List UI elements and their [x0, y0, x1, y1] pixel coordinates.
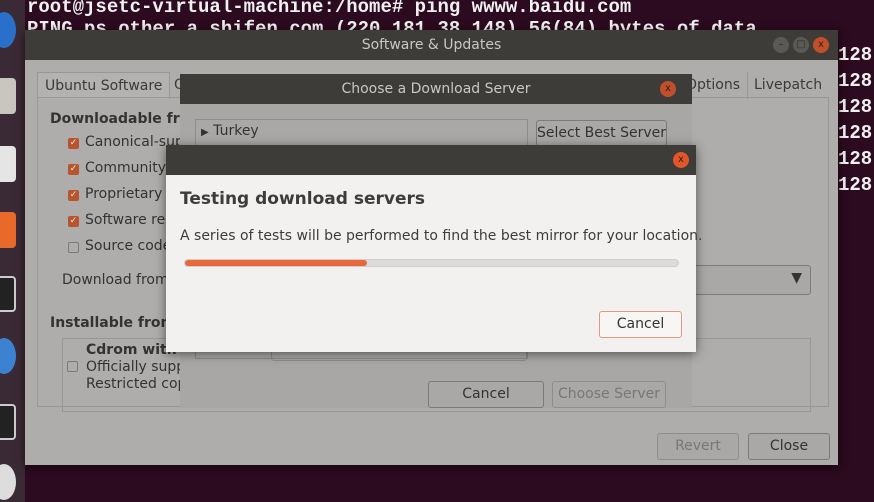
expander-icon: ▶: [201, 127, 209, 138]
server-list-item[interactable]: ▶ Turkey: [201, 123, 259, 139]
download-from-label: Download from:: [62, 272, 174, 288]
close-dialog-button[interactable]: x: [673, 152, 689, 168]
checkbox-universe[interactable]: ✓: [68, 164, 79, 175]
cancel-button[interactable]: Cancel: [428, 381, 544, 408]
terminal-icon[interactable]: [0, 404, 16, 440]
checkbox-label: Source code: [85, 238, 172, 254]
testing-servers-dialog: x Testing download servers A series of t…: [166, 145, 702, 352]
tab-ubuntu-software[interactable]: Ubuntu Software: [37, 72, 171, 99]
terminal-line: PING ps_other.a.shifen.com (220.181.38.1…: [27, 18, 769, 30]
checkbox-main[interactable]: ✓: [68, 138, 79, 149]
terminal-icon[interactable]: [0, 276, 16, 312]
app-icon[interactable]: [0, 338, 16, 374]
testing-message: A series of tests will be performed to f…: [180, 228, 703, 244]
window-title: Software & Updates: [361, 37, 502, 53]
settings-icon[interactable]: [0, 464, 16, 500]
progress-bar: [184, 259, 679, 267]
testing-heading: Testing download servers: [180, 189, 425, 209]
files-icon[interactable]: [0, 78, 16, 114]
select-best-server-button[interactable]: Select Best Server: [536, 120, 667, 146]
dialog-titlebar: Choose a Download Server x: [180, 74, 692, 104]
checkbox-multiverse[interactable]: ✓: [68, 216, 79, 227]
minimize-button[interactable]: –: [773, 37, 789, 53]
software-icon[interactable]: [0, 146, 16, 182]
dialog-title: Choose a Download Server: [341, 81, 531, 97]
close-dialog-button[interactable]: x: [660, 81, 676, 97]
maximize-button[interactable]: □: [793, 37, 809, 53]
chevron-down-icon: ▼: [791, 270, 802, 286]
store-icon[interactable]: [0, 212, 16, 248]
cancel-testing-button[interactable]: Cancel: [599, 311, 682, 338]
close-window-button[interactable]: x: [813, 37, 829, 53]
terminal-line: root@jsetc-virtual-machine:/home# ping w…: [27, 0, 632, 18]
window-titlebar: Software & Updates – □ x: [25, 30, 838, 60]
revert-button[interactable]: Revert: [657, 433, 739, 460]
tab-livepatch[interactable]: Livepatch: [747, 72, 829, 99]
browser-icon[interactable]: [0, 12, 16, 48]
terminal-ttl-column: 128 128 128 128 128 128: [838, 44, 873, 196]
close-button[interactable]: Close: [748, 433, 830, 460]
checkbox-restricted[interactable]: ✓: [68, 190, 79, 201]
progress-fill: [185, 260, 368, 266]
launcher: [0, 0, 25, 502]
checkbox-source-code[interactable]: [68, 242, 79, 253]
tab-other-software[interactable]: Other Software: [167, 72, 181, 99]
choose-server-button[interactable]: Choose Server: [552, 381, 666, 408]
dialog-titlebar: x: [166, 145, 696, 175]
checkbox-cdrom[interactable]: [67, 361, 78, 372]
